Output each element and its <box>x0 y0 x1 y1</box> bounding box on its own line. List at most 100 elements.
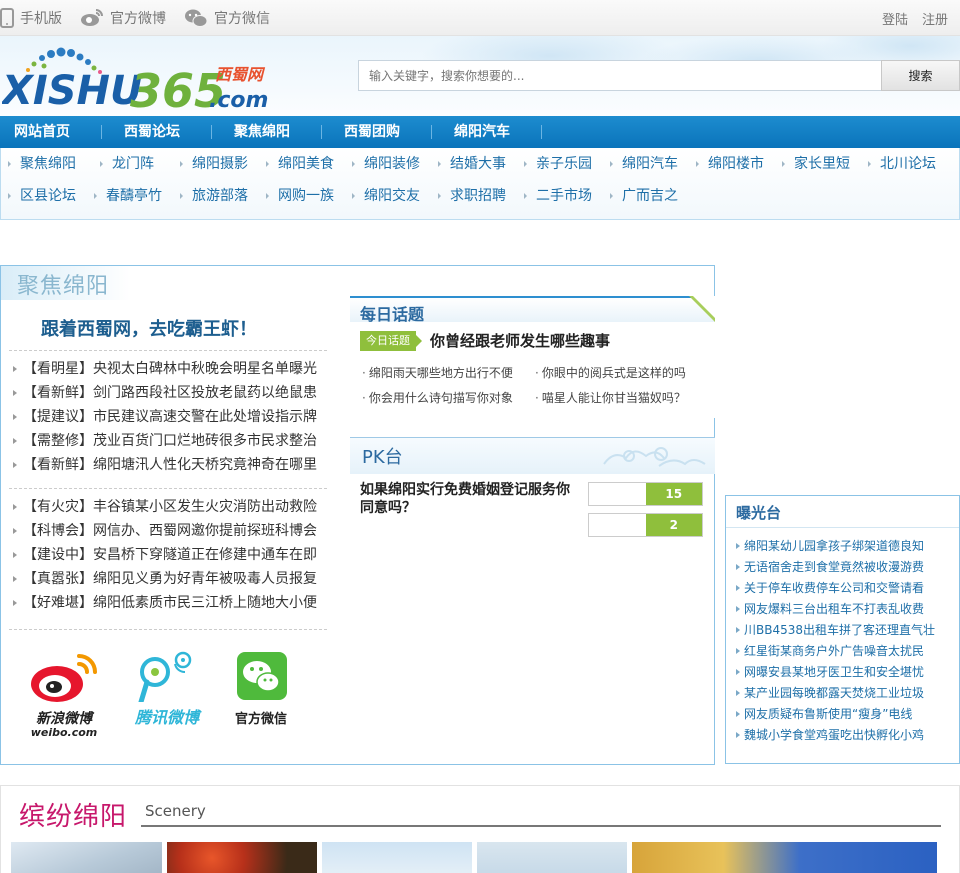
main-nav: 网站首页 西蜀论坛 聚焦绵阳 西蜀团购 绵阳汽车 <box>0 116 960 148</box>
wechat-link-label: 官方微信 <box>214 11 270 27</box>
news-item[interactable]: 【看明星】央视太白碑林中秋晚会明星名单曝光 <box>9 357 327 381</box>
subnav-item[interactable]: 结婚大事 <box>438 154 506 174</box>
subnav-item[interactable]: 春醻亭竹 <box>94 186 162 206</box>
exposure-item[interactable]: 红星街某商务户外广告噪音太扰民 <box>736 641 954 662</box>
exposure-item[interactable]: 无语宿舍走到食堂竟然被收漫游费 <box>736 557 954 578</box>
daily-topic-title: 每日话题 <box>360 305 425 324</box>
pk-question: 如果绵阳实行免费婚姻登记服务你同意吗？ <box>360 482 570 516</box>
news-list-1: 【看明星】央视太白碑林中秋晚会明星名单曝光 【看新鲜】剑门路西段社区投放老鼠药以… <box>9 350 327 477</box>
weibo-link-label: 官方微博 <box>110 11 166 27</box>
sina-weibo-domain: weibo.com <box>30 726 98 739</box>
nav-forum[interactable]: 西蜀论坛 <box>124 116 180 148</box>
exposure-item[interactable]: 网友质疑布鲁斯使用“瘦身”电线 <box>736 704 954 725</box>
site-header: XISHU 365 西蜀网 .com 搜索 <box>0 36 960 116</box>
news-item[interactable]: 【真嚣张】绵阳见义勇为好青年被吸毒人员报复 <box>9 567 327 591</box>
search-button[interactable]: 搜索 <box>881 60 960 91</box>
nav-auto[interactable]: 绵阳汽车 <box>454 116 510 148</box>
vote-bar-yes[interactable]: 15 <box>588 482 703 506</box>
tencent-weibo-link[interactable]: 腾讯微博 <box>129 650 205 728</box>
exposure-item[interactable]: 绵阳某幼儿园拿孩子绑架道德良知 <box>736 536 954 557</box>
news-item[interactable]: 【需整修】茂业百货门口烂地砖很多市民求整治 <box>9 429 327 453</box>
subnav-item[interactable]: 旅游部落 <box>180 186 248 206</box>
vote-fill: 2 <box>645 514 702 536</box>
news-item[interactable]: 【有火灾】丰谷镇某小区发生火灾消防出动救险 <box>9 495 327 519</box>
exposure-item[interactable]: 关于停车收费停车公司和交警请看 <box>736 578 954 599</box>
subnav-item[interactable]: 聚焦绵阳 <box>8 154 76 174</box>
subnav-item[interactable]: 龙门阵 <box>100 154 154 174</box>
search-input[interactable] <box>358 60 881 91</box>
wechat-icon <box>185 9 208 27</box>
mobile-link-label: 手机版 <box>20 11 62 27</box>
nav-focus[interactable]: 聚焦绵阳 <box>234 116 290 148</box>
news-item[interactable]: 【建设中】安昌桥下穿隧道正在修建中通车在即 <box>9 543 327 567</box>
news-item[interactable]: 【看新鲜】绵阳塘汛人性化天桥究竟神奇在哪里 <box>9 453 327 477</box>
logo-cn: 西蜀网 <box>215 65 266 84</box>
exposure-item[interactable]: 川BB4538出租车拼了客还理直气壮 <box>736 620 954 641</box>
subnav-item[interactable]: 绵阳摄影 <box>180 154 248 174</box>
pk-header: PK台 <box>350 438 715 474</box>
vote-fill: 15 <box>645 483 702 505</box>
news-item[interactable]: 【科博会】网信办、西蜀网邀你提前探班科博会 <box>9 519 327 543</box>
topic-link[interactable]: 你眼中的阅兵式是这样的吗 <box>535 364 686 381</box>
official-wechat-link[interactable]: 官方微信 <box>233 650 289 727</box>
tencent-weibo-logo-icon <box>138 651 192 705</box>
topic-link[interactable]: 绵阳雨天哪些地方出行不便 <box>362 364 513 381</box>
subnav-item[interactable]: 北川论坛 <box>868 154 936 174</box>
today-topic-question[interactable]: 你曾经跟老师发生哪些趣事 <box>430 330 610 351</box>
news-item[interactable]: 【看新鲜】剑门路西段社区投放老鼠药以绝鼠患 <box>9 381 327 405</box>
scenery-photo[interactable] <box>322 842 472 873</box>
exposure-item[interactable]: 网友爆料三台出租车不打表乱收费 <box>736 599 954 620</box>
subnav-item[interactable]: 绵阳交友 <box>352 186 420 206</box>
nav-divider <box>541 125 542 139</box>
today-topic-tag: 今日话题 <box>360 331 422 351</box>
login-link[interactable]: 登陆 <box>882 9 908 28</box>
topic-link[interactable]: 喵星人能让你甘当猫奴吗？ <box>535 389 686 406</box>
subnav-item[interactable]: 广而吉之 <box>610 186 678 206</box>
scenery-subtitle: Scenery <box>145 802 206 820</box>
scenery-divider <box>141 825 941 827</box>
register-link[interactable]: 注册 <box>922 9 948 28</box>
wechat-logo-icon <box>237 652 287 700</box>
scenery-photo[interactable] <box>167 842 317 873</box>
mobile-link[interactable]: 手机版 <box>0 8 62 28</box>
vote-bar-no[interactable]: 2 <box>588 513 703 537</box>
subnav-item[interactable]: 绵阳美食 <box>266 154 334 174</box>
wechat-link[interactable]: 官方微信 <box>184 8 270 28</box>
site-logo[interactable]: XISHU 365 西蜀网 .com <box>0 44 282 116</box>
exposure-item[interactable]: 某产业园每晚都露天焚烧工业垃圾 <box>736 683 954 704</box>
scenery-section: 缤纷绵阳 Scenery <box>0 785 960 873</box>
news-list-2: 【有火灾】丰谷镇某小区发生火灾消防出动救险 【科博会】网信办、西蜀网邀你提前探班… <box>9 488 327 615</box>
focus-headline[interactable]: 跟着西蜀网，去吃霸王虾！ <box>41 315 257 341</box>
top-bar: 手机版 官方微博 官方微信 登陆 注册 <box>0 0 960 36</box>
subnav-item[interactable]: 求职招聘 <box>438 186 506 206</box>
exposure-item[interactable]: 网曝安县某地牙医卫生和安全堪忧 <box>736 662 954 683</box>
tencent-weibo-label: 腾讯微博 <box>134 708 199 727</box>
exposure-item[interactable]: 魏城小学食堂鸡蛋吃出快孵化小鸡 <box>736 725 954 746</box>
exposure-list: 绵阳某幼儿园拿孩子绑架道德良知 无语宿舍走到食堂竟然被收漫游费 关于停车收费停车… <box>736 536 954 746</box>
subnav-item[interactable]: 区县论坛 <box>8 186 76 206</box>
news-item[interactable]: 【提建议】市民建议高速交警在此处增设指示牌 <box>9 405 327 429</box>
scenery-photo[interactable] <box>11 842 162 873</box>
subnav-item[interactable]: 家长里短 <box>782 154 850 174</box>
nav-divider <box>211 125 212 139</box>
subnav-item[interactable]: 亲子乐园 <box>524 154 592 174</box>
nav-divider <box>101 125 102 139</box>
weibo-link[interactable]: 官方微博 <box>80 8 166 28</box>
sina-weibo-link[interactable]: 新浪微博 weibo.com <box>27 650 101 741</box>
subnav-item[interactable]: 绵阳装修 <box>352 154 420 174</box>
nav-home[interactable]: 网站首页 <box>14 116 70 148</box>
scenery-photo[interactable] <box>477 842 627 873</box>
topic-link[interactable]: 你会用什么诗句描写你对象 <box>362 389 513 406</box>
nav-groupbuy[interactable]: 西蜀团购 <box>344 116 400 148</box>
subnav-item[interactable]: 二手市场 <box>524 186 592 206</box>
scenery-photo[interactable] <box>632 842 937 873</box>
focus-title-text: 聚焦绵阳 <box>17 274 110 299</box>
subnav-item[interactable]: 网购一族 <box>266 186 334 206</box>
logo-com: .com <box>209 88 268 113</box>
sina-weibo-label: 新浪微博 <box>36 711 92 727</box>
sub-nav: 聚焦绵阳 龙门阵 绵阳摄影 绵阳美食 绵阳装修 结婚大事 亲子乐园 绵阳汽车 绵… <box>0 148 960 220</box>
news-item[interactable]: 【好难堪】绵阳低素质市民三江桥上随地大小便 <box>9 591 327 615</box>
nav-divider <box>321 125 322 139</box>
subnav-item[interactable]: 绵阳楼市 <box>696 154 764 174</box>
subnav-item[interactable]: 绵阳汽车 <box>610 154 678 174</box>
